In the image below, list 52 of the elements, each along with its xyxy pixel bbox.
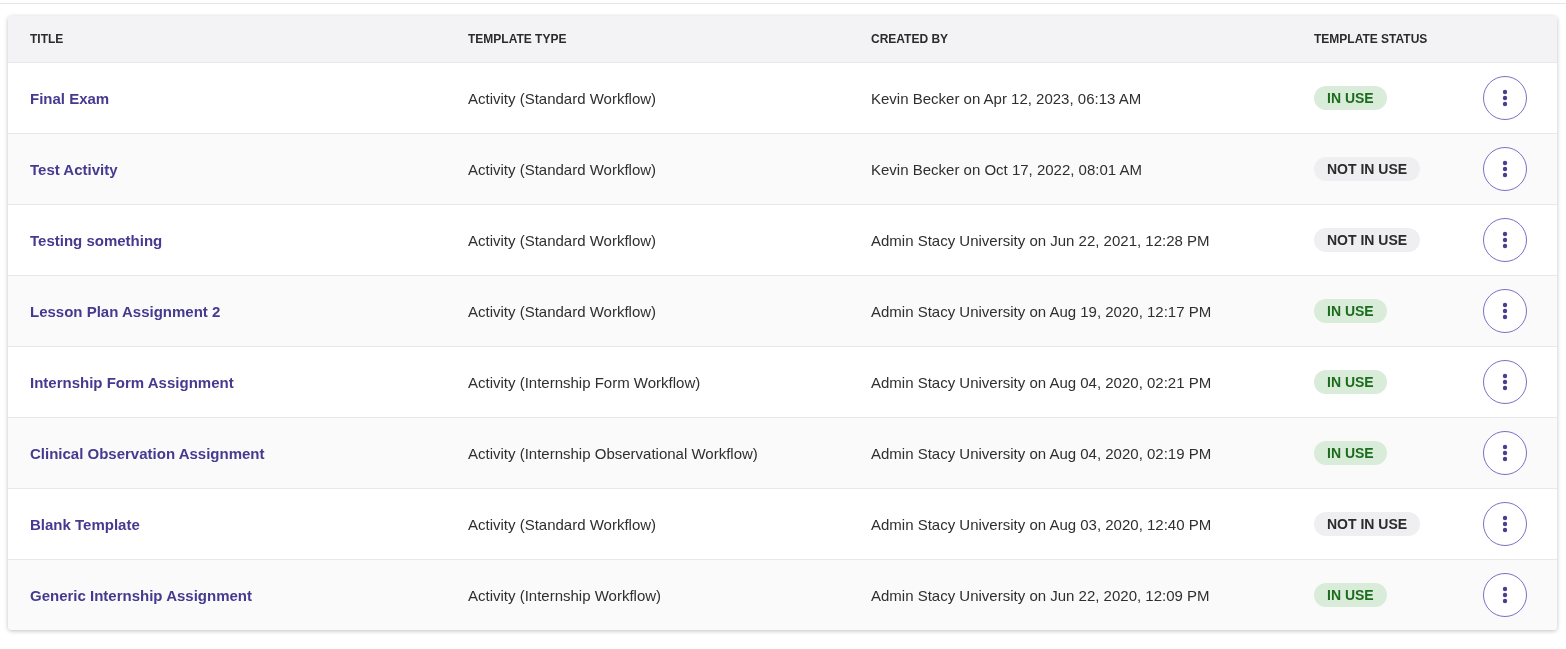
created-by-cell-text: Admin Stacy University on Jun 22, 2020, 12:09 PM [871, 586, 1211, 604]
more-options-button[interactable] [1483, 573, 1527, 617]
column-header: TEMPLATE STATUS [1314, 32, 1429, 46]
column-header: TEMPLATE TYPE [468, 32, 568, 46]
template-title-link[interactable]: Blank Template [30, 515, 468, 533]
more-options-button[interactable] [1483, 218, 1527, 262]
status-badge: NOT IN USE [1314, 228, 1421, 252]
status-badge: NOT IN USE [1314, 157, 1421, 181]
template-title-link[interactable]: Testing something [30, 231, 468, 249]
template-title-link[interactable]: Test Activity [30, 160, 468, 178]
more-options-button[interactable] [1483, 147, 1527, 191]
created-by-cell-text: Admin Stacy University on Aug 03, 2020, 12:40 PM [871, 515, 1213, 533]
more-vertical-icon [1502, 302, 1508, 320]
status-badge: IN USE [1314, 441, 1387, 465]
column-header: TITLE [30, 32, 65, 46]
template-title-link[interactable]: Lesson Plan Assignment 2 [30, 302, 468, 320]
template-title-link[interactable]: Final Exam [30, 89, 468, 107]
template-type-cell-text: Activity (Standard Workflow) [468, 89, 658, 107]
more-options-button[interactable] [1483, 76, 1527, 120]
created-by-cell-text: Kevin Becker on Oct 17, 2022, 08:01 AM [871, 160, 1143, 178]
template-type-cell-text: Activity (Internship Form Workflow) [468, 373, 702, 391]
created-by-cell-text: Admin Stacy University on Jun 22, 2021, 12:28 PM [871, 231, 1211, 249]
template-type-cell-text: Activity (Internship Observational Workflow) [468, 444, 759, 462]
template-type-cell-text: Activity (Internship Workflow) [468, 586, 663, 604]
template-type-cell-text: Activity (Standard Workflow) [468, 231, 658, 249]
status-badge: NOT IN USE [1314, 512, 1421, 536]
template-type-cell-text: Activity (Standard Workflow) [468, 302, 658, 320]
template-type-cell-text: Activity (Standard Workflow) [468, 160, 658, 178]
template-title-link[interactable]: Generic Internship Assignment [30, 586, 468, 604]
column-header: CREATED BY [871, 32, 950, 46]
more-vertical-icon [1502, 231, 1508, 249]
template-type-cell-text: Activity (Standard Workflow) [468, 515, 658, 533]
created-by-cell-text: Admin Stacy University on Aug 04, 2020, 02:19 PM [871, 444, 1213, 462]
template-title-link[interactable]: Clinical Observation Assignment [30, 444, 468, 462]
more-options-button[interactable] [1483, 431, 1527, 475]
more-options-button[interactable] [1483, 502, 1527, 546]
more-vertical-icon [1502, 89, 1508, 107]
status-badge: IN USE [1314, 86, 1387, 110]
template-title-link[interactable]: Internship Form Assignment [30, 373, 468, 391]
more-options-button[interactable] [1483, 289, 1527, 333]
more-vertical-icon [1502, 586, 1508, 604]
more-vertical-icon [1502, 444, 1508, 462]
more-vertical-icon [1502, 373, 1508, 391]
more-vertical-icon [1502, 515, 1508, 533]
created-by-cell-text: Kevin Becker on Apr 12, 2023, 06:13 AM [871, 89, 1143, 107]
more-options-button[interactable] [1483, 360, 1527, 404]
created-by-cell-text: Admin Stacy University on Aug 19, 2020, 12:17 PM [871, 302, 1213, 320]
status-badge: IN USE [1314, 583, 1387, 607]
status-badge: IN USE [1314, 370, 1387, 394]
created-by-cell-text: Admin Stacy University on Aug 04, 2020, 02:21 PM [871, 373, 1213, 391]
status-badge: IN USE [1314, 299, 1387, 323]
more-vertical-icon [1502, 160, 1508, 178]
